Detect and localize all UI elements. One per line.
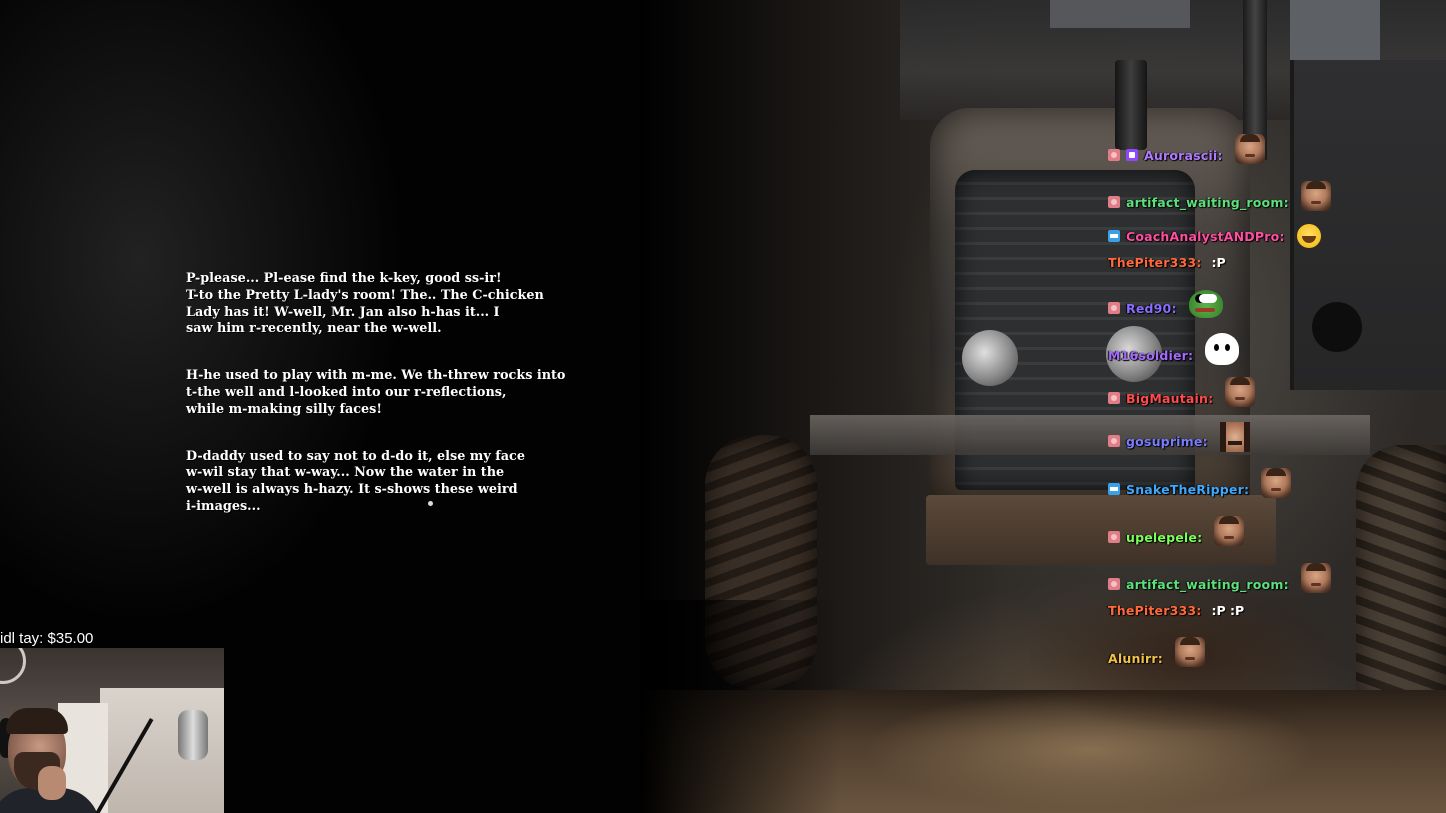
emote-face-icon	[1225, 377, 1256, 407]
barn-window	[1290, 0, 1380, 60]
emote-face-icon	[1214, 516, 1245, 546]
chat-username[interactable]: artifact_waiting_room	[1126, 195, 1284, 210]
chat-username[interactable]: Aurorascii	[1144, 148, 1217, 163]
chat-message-text: :P	[1211, 254, 1226, 270]
chat-username[interactable]: CoachAnalystANDPro	[1126, 229, 1279, 244]
chat-username[interactable]: gosuprime	[1126, 434, 1203, 449]
chat-message: upelepele:	[1108, 516, 1245, 547]
chat-username[interactable]: Red90	[1126, 301, 1171, 316]
streamer-webcam	[0, 648, 224, 813]
streamer-hair	[6, 708, 68, 734]
game-screen: P-please... Pl-ease find the k-key, good…	[0, 0, 1446, 813]
chat-badge-pink-icon	[1108, 196, 1120, 208]
chat-username[interactable]: M16soldier	[1108, 348, 1188, 363]
chat-colon: :	[1171, 300, 1177, 316]
dialogue-paragraph: D-daddy used to say not to d-do it, else…	[186, 448, 525, 514]
chat-colon: :	[1196, 254, 1202, 270]
chat-badge-pink-icon	[1108, 302, 1120, 314]
chat-badge-blue-icon	[1108, 230, 1120, 242]
chat-badge-pink-icon	[1108, 435, 1120, 447]
chat-message: Red90:	[1108, 290, 1223, 318]
dialogue-paragraph: P-please... Pl-ease find the k-key, good…	[186, 271, 544, 337]
chat-message: SnakeTheRipper:	[1108, 468, 1292, 499]
chat-message-text: :P :P	[1211, 602, 1245, 618]
chat-colon: :	[1283, 194, 1289, 210]
ground-shadow	[640, 600, 840, 813]
chat-badge-pink-icon	[1108, 392, 1120, 404]
chat-username[interactable]: SnakeTheRipper	[1126, 482, 1244, 497]
chat-colon: :	[1217, 147, 1223, 163]
chat-overlay: Aurorascii: artifact_waiting_room: CoachAn…	[1108, 120, 1446, 680]
chat-username[interactable]: artifact_waiting_room	[1126, 577, 1284, 592]
streamer-hand	[38, 766, 66, 800]
chat-colon: :	[1243, 481, 1250, 497]
chat-colon: :	[1157, 650, 1163, 666]
emote-ghost-icon	[1205, 333, 1240, 365]
chat-message: ThePiter333: :P	[1108, 252, 1226, 272]
chat-colon: :	[1188, 347, 1194, 363]
emote-face-icon	[1174, 637, 1205, 667]
chat-username[interactable]: ThePiter333	[1108, 603, 1196, 618]
barn-window	[1050, 0, 1190, 28]
chat-username[interactable]: upelepele	[1126, 530, 1197, 545]
chat-username[interactable]: ThePiter333	[1108, 255, 1196, 270]
chat-colon: :	[1208, 390, 1214, 406]
tractor-headlight	[962, 330, 1018, 386]
chat-message: artifact_waiting_room:	[1108, 563, 1331, 594]
emote-face-icon	[1234, 134, 1265, 164]
chat-badge-pink-icon	[1108, 149, 1120, 161]
microphone-icon	[178, 710, 208, 760]
donation-ticker: idl tay: $35.00	[0, 630, 94, 647]
chat-message: Alunirr:	[1108, 637, 1205, 668]
webcam-ring-light	[0, 648, 26, 684]
chat-message: gosuprime:	[1108, 422, 1250, 452]
chat-message: BigMautain:	[1108, 377, 1256, 408]
emote-face-icon	[1261, 468, 1292, 498]
chat-username[interactable]: BigMautain	[1126, 391, 1208, 406]
chat-badge-pink-icon	[1108, 531, 1120, 543]
chat-message: artifact_waiting_room:	[1108, 181, 1331, 212]
chat-message: CoachAnalystANDPro:	[1108, 224, 1321, 248]
chat-badge-purple-icon	[1126, 149, 1138, 161]
emote-face-icon	[1300, 181, 1331, 211]
chat-badge-pink-icon	[1108, 578, 1120, 590]
emote-pixel-icon	[1219, 422, 1250, 452]
chat-message: ThePiter333: :P :P	[1108, 600, 1244, 620]
chat-colon: :	[1196, 602, 1202, 618]
chat-message: Aurorascii:	[1108, 134, 1265, 165]
chat-message: M16soldier:	[1108, 333, 1240, 365]
dialogue-paragraph: H-he used to play with m-me. We th-threw…	[186, 368, 566, 417]
chat-badge-blue-icon	[1108, 483, 1120, 495]
chat-username[interactable]: Alunirr	[1108, 651, 1158, 666]
emote-pepe-icon	[1188, 290, 1223, 318]
mouse-cursor	[428, 501, 433, 506]
dialogue-box[interactable]: P-please... Pl-ease find the k-key, good…	[186, 271, 606, 546]
chat-colon: :	[1283, 576, 1289, 592]
emote-face-icon	[1300, 563, 1331, 593]
chat-colon: :	[1202, 433, 1208, 449]
emote-laugh-icon	[1296, 224, 1321, 248]
chat-colon: :	[1279, 228, 1285, 244]
chat-colon: :	[1197, 529, 1203, 545]
